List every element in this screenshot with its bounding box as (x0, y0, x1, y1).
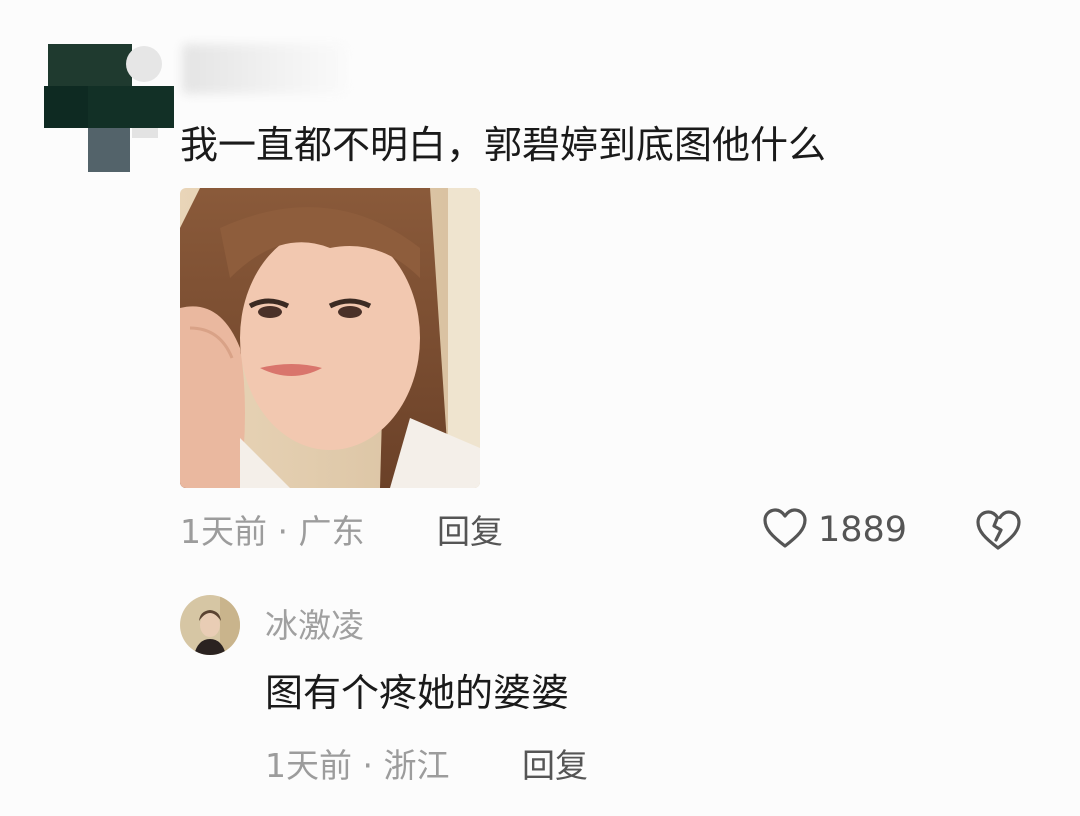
comment-location: 广东 (298, 512, 365, 551)
heart-outline-icon (762, 507, 808, 553)
like-count: 1889 (818, 510, 908, 550)
like-button[interactable]: 1889 (762, 508, 907, 552)
reply-time: 1天前 (265, 746, 352, 785)
comment-time: 1天前 (180, 512, 267, 551)
reply-meta: 1天前 · 浙江 (265, 744, 450, 788)
reply-button[interactable]: 回复 (437, 510, 503, 554)
reply-location: 浙江 (383, 746, 450, 785)
meta-separator: · (362, 746, 374, 785)
replier-avatar[interactable] (180, 595, 240, 655)
comment-image[interactable] (180, 188, 480, 488)
comment-text: 我一直都不明白，郭碧婷到底图他什么 (180, 123, 827, 167)
dislike-button[interactable] (974, 508, 1022, 552)
commenter-username-blurred[interactable] (182, 44, 347, 94)
reply-text: 图有个疼她的婆婆 (265, 671, 570, 715)
meta-separator: · (277, 512, 289, 551)
comment-meta: 1天前 · 广东 (180, 510, 365, 554)
broken-heart-icon (974, 510, 1022, 556)
commenter-avatar[interactable] (44, 42, 174, 174)
reply-to-reply-button[interactable]: 回复 (522, 744, 588, 788)
replier-username[interactable]: 冰激凌 (265, 604, 364, 648)
